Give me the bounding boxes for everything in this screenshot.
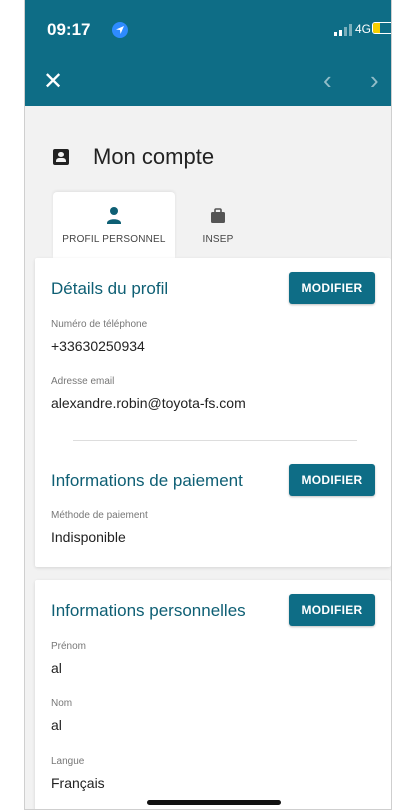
page-heading: Mon compte	[53, 144, 214, 170]
tab-profil-personnel[interactable]: PROFIL PERSONNEL	[53, 192, 175, 258]
tab-label: INSEP	[202, 233, 234, 245]
payment-method-value: Indisponible	[51, 529, 126, 545]
home-indicator	[147, 800, 281, 805]
email-label: Adresse email	[51, 376, 115, 387]
modify-payment-button[interactable]: MODIFIER	[289, 464, 375, 496]
status-bar: 09:17 4G	[25, 0, 391, 58]
modify-profile-button[interactable]: MODIFIER	[289, 272, 375, 304]
email-value: alexandre.robin@toyota-fs.com	[51, 395, 246, 411]
top-toolbar: ✕ ‹ ›	[25, 58, 391, 106]
signal-strength-icon	[334, 24, 352, 36]
language-value: Français	[51, 775, 105, 791]
payment-title: Informations de paiement	[51, 471, 243, 490]
status-time: 09:17	[47, 20, 91, 39]
person-icon	[107, 206, 121, 224]
chevron-right-icon[interactable]: ›	[370, 66, 379, 94]
account-box-icon	[53, 149, 69, 165]
phone-value: +33630250934	[51, 338, 145, 354]
modify-personal-button[interactable]: MODIFIER	[289, 594, 375, 626]
page-title: Mon compte	[93, 144, 215, 169]
battery-icon	[372, 22, 391, 34]
personal-info-card: Informations personnelles MODIFIER Préno…	[35, 580, 391, 809]
firstname-label: Prénom	[51, 641, 87, 652]
tab-bar: PROFIL PERSONNEL INSEP	[53, 192, 261, 258]
close-icon[interactable]: ✕	[43, 68, 63, 96]
section-divider	[73, 440, 357, 441]
chevron-left-icon[interactable]: ‹	[323, 66, 332, 94]
lastname-value: al	[51, 717, 62, 733]
payment-method-label: Méthode de paiement	[51, 510, 148, 521]
tab-insep[interactable]: INSEP	[175, 192, 261, 258]
app-screen: 09:17 4G ✕ ‹ › Mon compte PROFIL PERSONN…	[24, 0, 392, 810]
network-type: 4G	[355, 22, 372, 36]
tab-label: PROFIL PERSONNEL	[62, 233, 166, 245]
briefcase-icon	[211, 207, 225, 223]
personal-info-title: Informations personnelles	[51, 601, 246, 620]
location-arrow-icon	[112, 22, 128, 38]
lastname-label: Nom	[51, 698, 73, 709]
profile-details-title: Détails du profil	[51, 279, 169, 298]
profile-card: Détails du profil MODIFIER Numéro de tél…	[35, 258, 391, 567]
phone-label: Numéro de téléphone	[51, 319, 148, 330]
firstname-value: al	[51, 660, 62, 676]
language-label: Langue	[51, 756, 85, 767]
